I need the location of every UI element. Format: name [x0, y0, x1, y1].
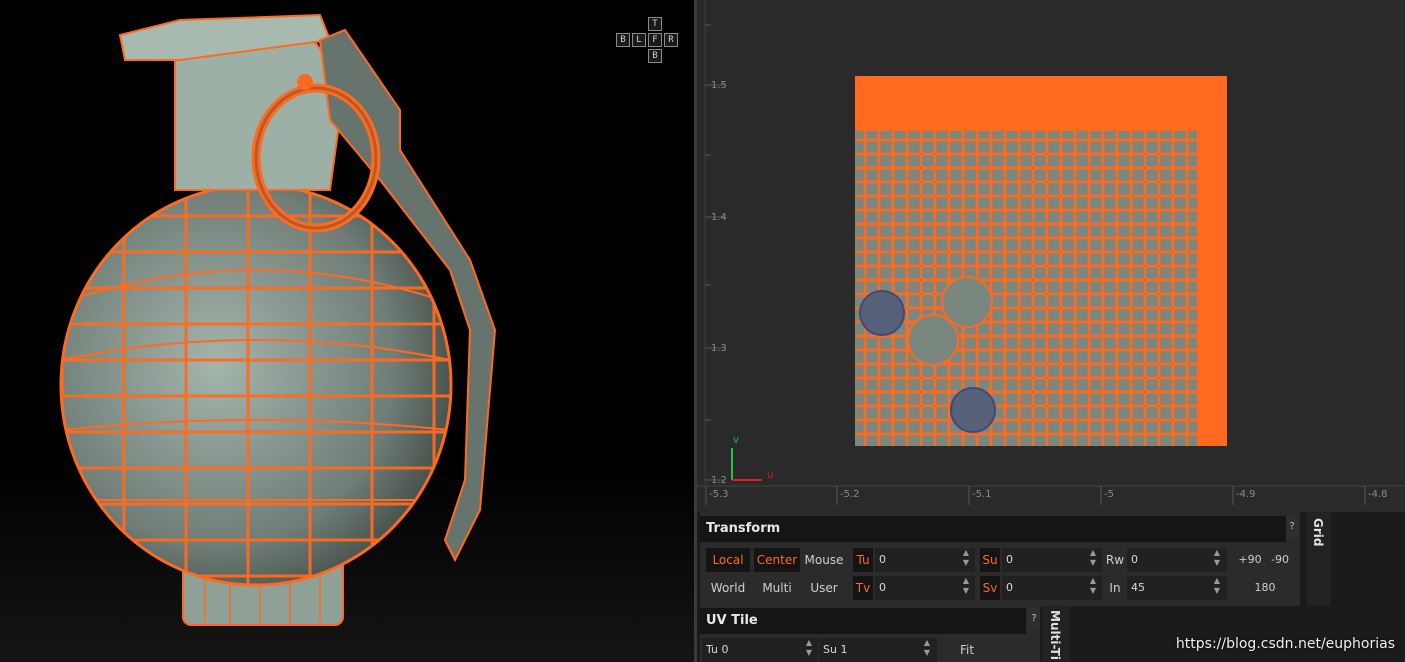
uv-canvas: 1.5 1.4 1.3 1.2 -5.3 -5.2 -5.1 -5 -4.9 -… — [697, 0, 1405, 505]
rw-spinner[interactable]: ▲ ▼ — [1212, 548, 1222, 572]
y-tick-label: 1.4 — [711, 212, 727, 223]
y-tick-label: 1.5 — [711, 80, 727, 91]
uv-tile-su-field[interactable]: Su 1 — [819, 638, 937, 662]
rotate-plus90-button[interactable]: +90 — [1236, 548, 1264, 572]
tv-spinner[interactable]: ▲ ▼ — [961, 576, 971, 600]
su-field[interactable]: 0 — [1002, 548, 1102, 572]
multi-tile-tab-label: Multi-Ti — [1048, 610, 1062, 660]
tu-spinner[interactable]: ▲ ▼ — [961, 548, 971, 572]
in-spinner[interactable]: ▲ ▼ — [1212, 576, 1222, 600]
uv-tile-su-label: Su — [823, 643, 837, 656]
viewcube-front[interactable]: F — [648, 33, 662, 47]
watermark: https://blog.csdn.net/euphorias — [1175, 636, 1395, 652]
uv-tile-tu-value: 0 — [721, 643, 729, 656]
rotate-180-button[interactable]: 180 — [1236, 576, 1294, 600]
uv-tile-tu-label: Tu — [706, 643, 719, 656]
sv-spinner[interactable]: ▲ ▼ — [1088, 576, 1098, 600]
rw-label: Rw — [1104, 548, 1126, 572]
uv-tile-help-button[interactable]: ? — [1028, 608, 1040, 630]
su-button[interactable]: Su — [980, 548, 1000, 572]
tv-button[interactable]: Tv — [853, 576, 873, 600]
x-tick-label: -5 — [1104, 489, 1114, 500]
sv-field[interactable]: 0 — [1002, 576, 1102, 600]
viewcube-right[interactable]: R — [664, 33, 678, 47]
tv-field[interactable]: 0 — [875, 576, 975, 600]
su-spinner[interactable]: ▲ ▼ — [1088, 548, 1098, 572]
grenade-model — [59, 13, 497, 626]
user-button[interactable]: User — [802, 576, 846, 600]
transform-panel: Transform ? Local Center Mouse World Mul… — [700, 512, 1300, 606]
uv-tile-tu-field[interactable]: Tu 0 — [702, 638, 818, 662]
y-tick-label: 1.2 — [711, 475, 727, 486]
rotate-minus90-button[interactable]: -90 — [1266, 548, 1294, 572]
uv-tile-su-spinner[interactable]: ▲ ▼ — [922, 638, 932, 662]
uv-islands — [855, 76, 1227, 446]
transform-title: Transform — [706, 521, 781, 536]
multi-button[interactable]: Multi — [754, 576, 800, 600]
center-button[interactable]: Center — [754, 548, 800, 572]
uv-tile-header[interactable]: UV Tile — [700, 608, 1026, 634]
uv-viewport[interactable]: 1.5 1.4 1.3 1.2 -5.3 -5.2 -5.1 -5 -4.9 -… — [697, 0, 1405, 512]
fit-button[interactable]: Fit — [946, 638, 988, 662]
tu-button[interactable]: Tu — [853, 548, 873, 572]
viewcube-bottom[interactable]: B — [616, 33, 630, 47]
x-tick-label: -5.2 — [840, 489, 860, 500]
sv-button[interactable]: Sv — [980, 576, 1000, 600]
uv-tile-su-value: 1 — [840, 643, 848, 656]
x-tick-label: -5.1 — [972, 489, 992, 500]
tu-field[interactable]: 0 — [875, 548, 975, 572]
x-tick-label: -4.9 — [1236, 489, 1256, 500]
x-tick-label: -4.8 — [1368, 489, 1388, 500]
transform-help-button[interactable]: ? — [1286, 516, 1298, 538]
multi-tile-tab[interactable]: Multi-Ti — [1042, 606, 1070, 662]
axis-u-label: u — [767, 470, 773, 481]
uv-tile-panel: UV Tile ? Tu 0 ▲ ▼ Su 1 ▲ ▼ Fit — [700, 606, 1040, 662]
viewcube-back[interactable]: B — [648, 49, 662, 63]
transform-header[interactable]: Transform — [700, 516, 1286, 542]
viewport-3d[interactable]: T B L F R B — [0, 0, 694, 662]
viewcube-left[interactable]: L — [632, 33, 646, 47]
world-button[interactable]: World — [706, 576, 750, 600]
viewcube-top[interactable]: T — [648, 17, 662, 31]
uv-tile-tu-spinner[interactable]: ▲ ▼ — [804, 638, 814, 662]
uv-tile-title: UV Tile — [706, 613, 758, 628]
grid-tab[interactable]: Grid — [1307, 512, 1331, 606]
local-button[interactable]: Local — [706, 548, 750, 572]
x-tick-label: -5.3 — [709, 489, 729, 500]
axis-v-label: v — [733, 435, 739, 446]
in-label: In — [1104, 576, 1126, 600]
grid-tab-label: Grid — [1311, 518, 1325, 547]
mouse-button[interactable]: Mouse — [802, 548, 846, 572]
y-tick-label: 1.3 — [711, 343, 727, 354]
